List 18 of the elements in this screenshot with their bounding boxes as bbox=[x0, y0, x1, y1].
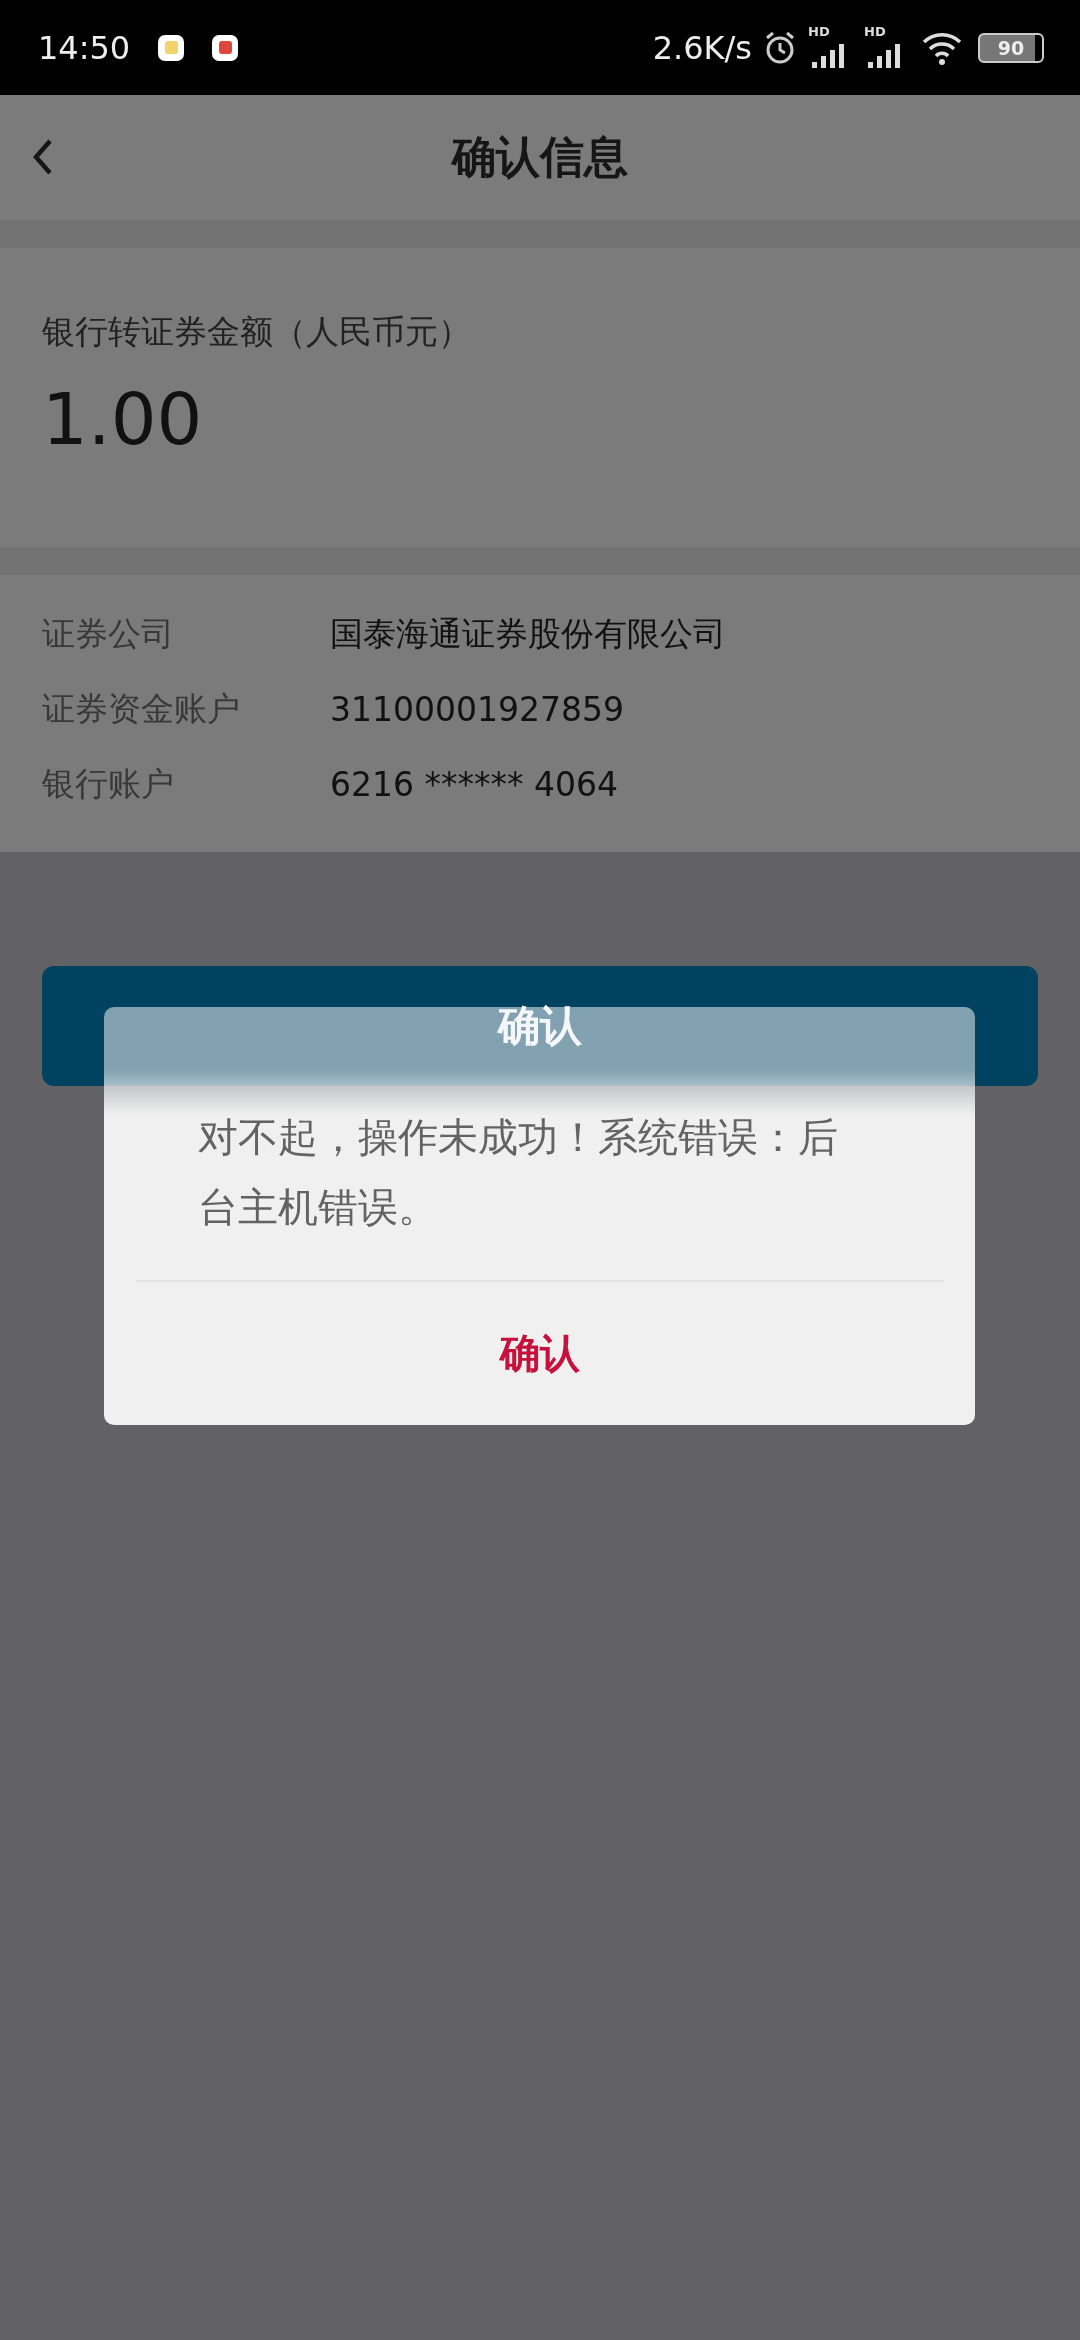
detail-label: 证券资金账户 bbox=[42, 688, 241, 730]
status-time: 14:50 bbox=[38, 28, 131, 67]
amount-label: 银行转证券金额（人民币元） bbox=[42, 311, 472, 353]
detail-value: 6216 ****** 4064 bbox=[330, 765, 618, 804]
amount-value: 1.00 bbox=[42, 377, 204, 461]
battery-icon: 90 bbox=[978, 32, 1044, 63]
hd-label: HD bbox=[808, 23, 830, 39]
network-speed: 2.6K/s bbox=[652, 28, 752, 67]
detail-value: 国泰海通证券股份有限公司 bbox=[330, 613, 726, 655]
detail-value: 31100001927859 bbox=[330, 690, 624, 729]
detail-label: 证券公司 bbox=[42, 613, 175, 655]
dialog-confirm-button[interactable]: 确认 bbox=[104, 1282, 975, 1425]
page-title: 确认信息 bbox=[452, 130, 628, 184]
app-notification-icon bbox=[212, 34, 239, 61]
error-message: 对不起，操作未成功！系统错误：后台主机错误。 bbox=[198, 1113, 839, 1232]
back-icon[interactable] bbox=[30, 137, 54, 177]
detail-label: 银行账户 bbox=[42, 763, 175, 805]
hd-label: HD bbox=[864, 23, 886, 39]
